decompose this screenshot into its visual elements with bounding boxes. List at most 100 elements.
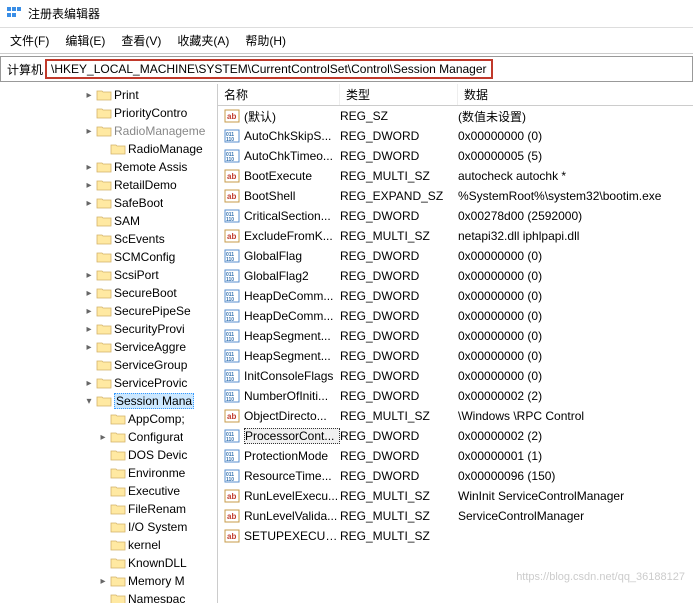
expand-icon[interactable]: ▸ <box>82 378 96 389</box>
expand-icon[interactable]: ▸ <box>82 126 96 137</box>
tree-item[interactable]: ScEvents <box>2 230 217 248</box>
tree-item[interactable]: ▸RetailDemo <box>2 176 217 194</box>
col-data[interactable]: 数据 <box>458 84 693 105</box>
expand-icon[interactable]: ▸ <box>96 432 110 443</box>
expand-icon[interactable]: ▾ <box>82 396 96 407</box>
menu-file[interactable]: 文件(F) <box>4 30 55 51</box>
tree-item-label: AppComp; <box>128 412 185 426</box>
list-row[interactable]: 011110HeapDeComm...REG_DWORD0x00000000 (… <box>218 306 693 326</box>
value-data: 0x00000000 (0) <box>458 129 693 143</box>
list-row[interactable]: abSETUPEXECUTEREG_MULTI_SZ <box>218 526 693 546</box>
value-data: 0x00000002 (2) <box>458 389 693 403</box>
list-row[interactable]: abBootShellREG_EXPAND_SZ%SystemRoot%\sys… <box>218 186 693 206</box>
tree-item[interactable]: I/O System <box>2 518 217 536</box>
expand-icon[interactable]: ▸ <box>82 270 96 281</box>
menu-favorites[interactable]: 收藏夹(A) <box>171 30 235 51</box>
tree-item[interactable]: Environme <box>2 464 217 482</box>
svg-text:110: 110 <box>226 217 234 223</box>
list-row[interactable]: 011110CriticalSection...REG_DWORD0x00278… <box>218 206 693 226</box>
list-row[interactable]: 011110AutoChkTimeo...REG_DWORD0x00000005… <box>218 146 693 166</box>
tree-item[interactable]: KnownDLL <box>2 554 217 572</box>
folder-icon <box>110 430 126 444</box>
tree-item[interactable]: FileRenam <box>2 500 217 518</box>
tree-item-label: SafeBoot <box>114 196 163 210</box>
expand-icon[interactable]: ▸ <box>82 198 96 209</box>
value-name: HeapDeComm... <box>244 289 340 303</box>
tree-item[interactable]: ▸ServiceAggre <box>2 338 217 356</box>
tree-item[interactable]: ▸Print <box>2 86 217 104</box>
col-type[interactable]: 类型 <box>340 84 458 105</box>
binary-value-icon: 011110 <box>224 248 240 264</box>
value-type: REG_EXPAND_SZ <box>340 189 458 203</box>
list-row[interactable]: abBootExecuteREG_MULTI_SZautocheck autoc… <box>218 166 693 186</box>
tree-item-label: SAM <box>114 214 140 228</box>
tree-item[interactable]: ▾Session Mana <box>2 392 217 410</box>
list-row[interactable]: 011110NumberOfIniti...REG_DWORD0x0000000… <box>218 386 693 406</box>
expand-icon[interactable]: ▸ <box>82 288 96 299</box>
tree-item-label: Namespac <box>128 592 185 603</box>
tree-item[interactable]: ▸Configurat <box>2 428 217 446</box>
folder-icon <box>96 268 112 282</box>
list-row[interactable]: 011110ProcessorCont...REG_DWORD0x0000000… <box>218 426 693 446</box>
expand-icon[interactable]: ▸ <box>82 90 96 101</box>
svg-text:110: 110 <box>226 477 234 483</box>
addressbar-path[interactable]: \HKEY_LOCAL_MACHINE\SYSTEM\CurrentContro… <box>45 59 493 79</box>
tree-item[interactable]: AppComp; <box>2 410 217 428</box>
string-value-icon: ab <box>224 488 240 504</box>
addressbar[interactable]: 计算机 \HKEY_LOCAL_MACHINE\SYSTEM\CurrentCo… <box>0 56 693 82</box>
tree-item[interactable]: DOS Devic <box>2 446 217 464</box>
list-pane[interactable]: 名称 类型 数据 ab(默认)REG_SZ(数值未设置)011110AutoCh… <box>218 84 693 603</box>
menu-edit[interactable]: 编辑(E) <box>59 30 111 51</box>
menu-help[interactable]: 帮助(H) <box>239 30 292 51</box>
tree-item[interactable]: ▸Memory M <box>2 572 217 590</box>
binary-value-icon: 011110 <box>224 468 240 484</box>
tree-item[interactable]: ▸SecureBoot <box>2 284 217 302</box>
list-row[interactable]: 011110GlobalFlagREG_DWORD0x00000000 (0) <box>218 246 693 266</box>
expand-icon[interactable]: ▸ <box>82 324 96 335</box>
expand-icon[interactable]: ▸ <box>82 342 96 353</box>
expand-icon[interactable]: ▸ <box>82 306 96 317</box>
tree-item[interactable]: Namespac <box>2 590 217 603</box>
list-row[interactable]: 011110HeapSegment...REG_DWORD0x00000000 … <box>218 346 693 366</box>
tree-item[interactable]: ▸ SafeBoot <box>2 194 217 212</box>
tree-item[interactable]: ▸Remote Assis <box>2 158 217 176</box>
value-data: 0x00000000 (0) <box>458 369 693 383</box>
list-row[interactable]: 011110HeapDeComm...REG_DWORD0x00000000 (… <box>218 286 693 306</box>
value-type: REG_DWORD <box>340 369 458 383</box>
tree-item[interactable]: PriorityContro <box>2 104 217 122</box>
list-row[interactable]: abRunLevelExecu...REG_MULTI_SZWinInit Se… <box>218 486 693 506</box>
tree-item[interactable]: kernel <box>2 536 217 554</box>
tree-item[interactable]: SAM <box>2 212 217 230</box>
list-row[interactable]: abObjectDirecto...REG_MULTI_SZ\Windows \… <box>218 406 693 426</box>
tree-item[interactable]: ▸SecurePipeSe <box>2 302 217 320</box>
tree-item[interactable]: SCMConfig <box>2 248 217 266</box>
value-type: REG_MULTI_SZ <box>340 489 458 503</box>
tree-item[interactable]: ▸ServiceProvic <box>2 374 217 392</box>
expand-icon[interactable]: ▸ <box>82 180 96 191</box>
expand-icon[interactable]: ▸ <box>82 162 96 173</box>
tree-item[interactable]: ▸SecurityProvi <box>2 320 217 338</box>
svg-text:ab: ab <box>227 192 236 201</box>
list-row[interactable]: 011110AutoChkSkipS...REG_DWORD0x00000000… <box>218 126 693 146</box>
tree-item[interactable]: ▸RadioManageme <box>2 122 217 140</box>
tree-item[interactable]: ServiceGroup <box>2 356 217 374</box>
list-row[interactable]: ab(默认)REG_SZ(数值未设置) <box>218 106 693 126</box>
list-row[interactable]: 011110HeapSegment...REG_DWORD0x00000000 … <box>218 326 693 346</box>
value-type: REG_MULTI_SZ <box>340 229 458 243</box>
value-data: 0x00000000 (0) <box>458 249 693 263</box>
list-row[interactable]: abRunLevelValida...REG_MULTI_SZServiceCo… <box>218 506 693 526</box>
tree-item[interactable]: RadioManage <box>2 140 217 158</box>
list-row[interactable]: 011110GlobalFlag2REG_DWORD0x00000000 (0) <box>218 266 693 286</box>
list-row[interactable]: abExcludeFromK...REG_MULTI_SZnetapi32.dl… <box>218 226 693 246</box>
expand-icon[interactable]: ▸ <box>96 576 110 587</box>
folder-icon <box>110 520 126 534</box>
tree-item[interactable]: ▸ScsiPort <box>2 266 217 284</box>
list-row[interactable]: 011110ResourceTime...REG_DWORD0x00000096… <box>218 466 693 486</box>
menu-view[interactable]: 查看(V) <box>115 30 167 51</box>
list-row[interactable]: 011110InitConsoleFlagsREG_DWORD0x0000000… <box>218 366 693 386</box>
tree-pane[interactable]: ▸PrintPriorityContro▸RadioManagemeRadioM… <box>0 84 218 603</box>
list-row[interactable]: 011110ProtectionModeREG_DWORD0x00000001 … <box>218 446 693 466</box>
tree-item[interactable]: Executive <box>2 482 217 500</box>
value-data: 0x00000000 (0) <box>458 289 693 303</box>
col-name[interactable]: 名称 <box>218 84 340 105</box>
